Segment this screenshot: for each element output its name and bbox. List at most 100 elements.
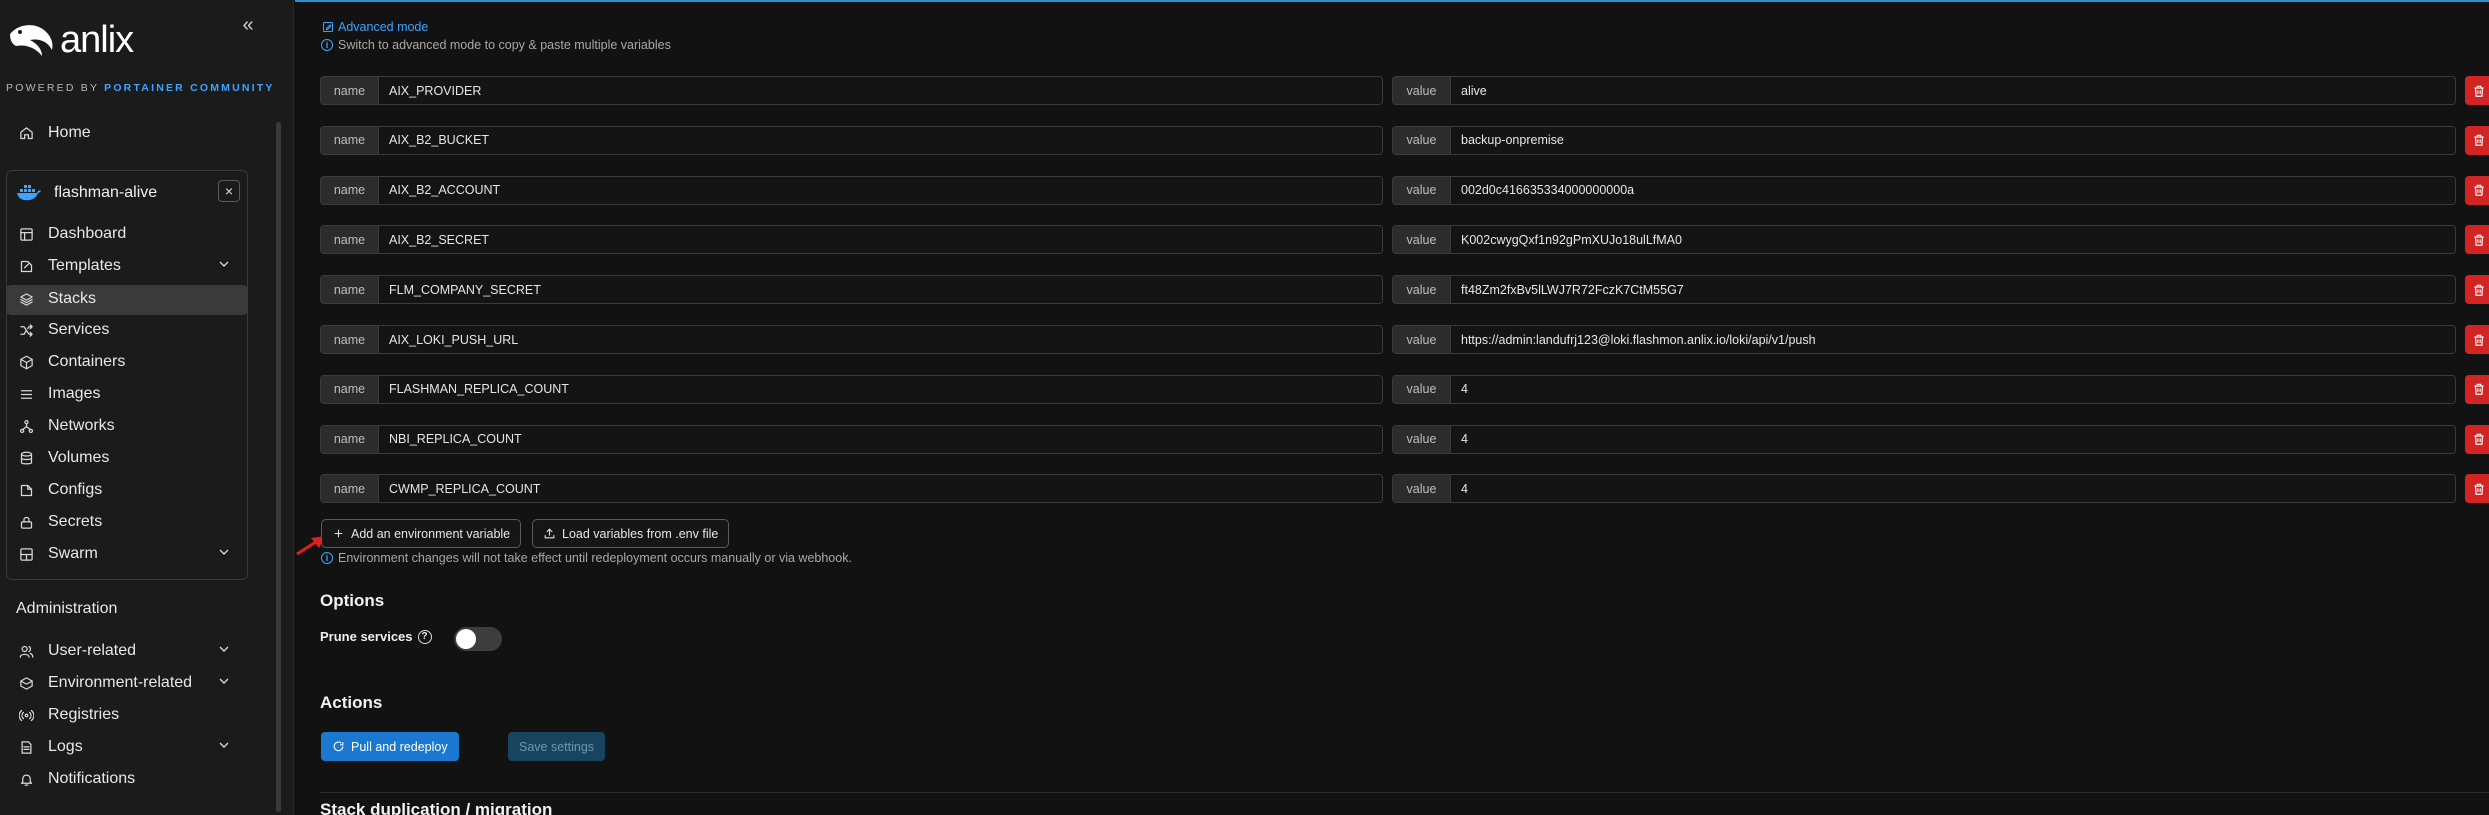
help-circle-icon[interactable]: ? — [417, 629, 432, 644]
delete-variable-button[interactable] — [2465, 424, 2489, 454]
sidebar-item-services[interactable]: Services — [16, 316, 109, 344]
delete-variable-button[interactable] — [2465, 275, 2489, 305]
sidebar-item-containers[interactable]: Containers — [16, 348, 125, 376]
env-var-name-group: name FLASHMAN_REPLICA_COUNT — [320, 374, 1383, 404]
trash-icon — [2472, 333, 2486, 347]
close-environment-button[interactable]: × — [218, 180, 240, 202]
value-addon: value — [1393, 475, 1451, 503]
env-var-name-input[interactable]: AIX_LOKI_PUSH_URL — [379, 326, 1382, 353]
sidebar-scrollbar[interactable] — [276, 122, 281, 812]
env-var-value-input[interactable]: ft48Zm2fxBv5lLWJ7R72FczK7CtM55G7 — [1451, 276, 2455, 304]
env-var-name-input[interactable]: FLASHMAN_REPLICA_COUNT — [379, 375, 1382, 403]
redeploy-help: i Environment changes will not take effe… — [321, 551, 852, 565]
prune-services-toggle[interactable] — [454, 627, 502, 651]
sidebar-item-home[interactable]: Home — [16, 119, 91, 147]
value-addon: value — [1393, 126, 1451, 154]
sidebar-item-volumes[interactable]: Volumes — [16, 444, 109, 472]
administration-heading: Administration — [16, 600, 118, 617]
sidebar-item-registries[interactable]: Registries — [16, 701, 119, 729]
pull-and-redeploy-button[interactable]: Pull and redeploy — [321, 732, 459, 761]
delete-variable-button[interactable] — [2465, 76, 2489, 105]
collapse-sidebar-icon[interactable]: « — [236, 14, 260, 38]
trash-icon — [2472, 233, 2486, 247]
stacks-icon — [16, 289, 36, 309]
env-var-value-input[interactable]: https://admin:landufrj123@loki.flashmon.… — [1451, 326, 2455, 353]
chevron-down-icon[interactable] — [216, 641, 234, 659]
delete-variable-button[interactable] — [2465, 325, 2489, 354]
app-logo[interactable]: anlix — [8, 18, 158, 62]
sidebar-item-secrets[interactable]: Secrets — [16, 508, 102, 536]
env-var-value-input[interactable]: 4 — [1451, 425, 2455, 453]
trash-icon — [2472, 133, 2486, 147]
docker-icon — [17, 185, 41, 201]
env-var-value-input[interactable]: 4 — [1451, 475, 2455, 503]
sidebar-item-stacks[interactable]: Stacks — [16, 285, 96, 313]
sidebar-item-networks[interactable]: Networks — [16, 412, 115, 440]
actions-heading: Actions — [320, 693, 383, 712]
sidebar-item-label: Services — [48, 321, 110, 338]
sidebar-item-label: Logs — [48, 738, 83, 755]
env-var-name-group: name FLM_COMPANY_SECRET — [320, 275, 1383, 305]
sidebar-item-templates[interactable]: Templates — [16, 252, 248, 280]
chevron-down-icon[interactable] — [216, 544, 234, 562]
sidebar-item-logs[interactable]: Logs — [16, 733, 248, 761]
environment-header[interactable]: flashman-alive — [16, 178, 157, 208]
sidebar-item-label: Configs — [48, 481, 103, 498]
env-var-value-input[interactable]: K002cwygQxf1n92gPmXUJo18ulLfMA0 — [1451, 226, 2455, 254]
env-var-value-group: value https://admin:landufrj123@loki.flas… — [1392, 325, 2456, 354]
delete-variable-button[interactable] — [2465, 374, 2489, 404]
sidebar-item-label: Registries — [48, 706, 120, 723]
edit-icon — [323, 22, 333, 32]
configs-icon — [16, 480, 36, 500]
registries-icon — [16, 705, 36, 725]
value-addon: value — [1393, 425, 1451, 453]
env-var-value-input[interactable]: 4 — [1451, 375, 2455, 403]
networks-icon — [16, 416, 36, 436]
sidebar-item-environment-related[interactable]: Environment-related — [16, 669, 248, 697]
env-var-name-input[interactable]: AIX_B2_SECRET — [379, 226, 1382, 254]
chevron-down-icon[interactable] — [216, 256, 234, 274]
delete-variable-button[interactable] — [2465, 175, 2489, 205]
sidebar-item-swarm[interactable]: Swarm — [16, 540, 248, 568]
name-addon: name — [321, 276, 379, 304]
containers-icon — [16, 352, 36, 372]
panel-top-border — [295, 0, 2489, 2]
trash-icon — [2472, 482, 2486, 496]
sidebar-item-label: Volumes — [48, 449, 110, 466]
env-var-name-input[interactable]: AIX_B2_BUCKET — [379, 126, 1382, 154]
sidebar-item-notifications[interactable]: Notifications — [16, 765, 135, 793]
value-addon: value — [1393, 375, 1451, 403]
sidebar-item-configs[interactable]: Configs — [16, 476, 102, 504]
info-icon: i — [321, 39, 333, 51]
env-var-name-input[interactable]: AIX_B2_ACCOUNT — [379, 176, 1382, 204]
chevron-down-icon[interactable] — [216, 673, 234, 691]
options-heading: Options — [320, 591, 385, 610]
advanced-mode-link[interactable]: Advanced mode — [322, 20, 428, 34]
chevron-down-icon[interactable] — [216, 737, 234, 755]
delete-variable-button[interactable] — [2465, 474, 2489, 504]
env-var-name-input[interactable]: AIX_PROVIDER — [379, 77, 1382, 104]
sidebar-item-user-related[interactable]: User-related — [16, 637, 248, 665]
env-var-value-input[interactable]: alive — [1451, 77, 2455, 104]
env-var-name-group: name NBI_REPLICA_COUNT — [320, 424, 1383, 454]
name-addon: name — [321, 375, 379, 403]
env-var-name-group: name AIX_PROVIDER — [320, 76, 1383, 105]
load-env-file-button[interactable]: Load variables from .env file — [532, 519, 730, 548]
swarm-icon — [16, 544, 36, 564]
env-var-value-input[interactable]: 002d0c416635334000000000a — [1451, 176, 2455, 204]
env-var-row: name NBI_REPLICA_COUNT value 4 — [320, 424, 2489, 454]
sidebar-item-dashboard[interactable]: Dashboard — [16, 220, 126, 248]
env-var-value-input[interactable]: backup-onpremise — [1451, 126, 2455, 154]
env-var-name-input[interactable]: FLM_COMPANY_SECRET — [379, 276, 1382, 304]
save-settings-button[interactable]: Save settings — [508, 732, 606, 761]
value-addon: value — [1393, 176, 1451, 204]
add-env-variable-button[interactable]: Add an environment variable — [321, 519, 522, 548]
sidebar-item-images[interactable]: Images — [16, 380, 100, 408]
name-addon: name — [321, 77, 379, 104]
delete-variable-button[interactable] — [2465, 225, 2489, 255]
delete-variable-button[interactable] — [2465, 125, 2489, 155]
env-var-name-input[interactable]: NBI_REPLICA_COUNT — [379, 425, 1382, 453]
environment-name: flashman-alive — [54, 184, 158, 201]
name-addon: name — [321, 176, 379, 204]
env-var-name-input[interactable]: CWMP_REPLICA_COUNT — [379, 475, 1382, 503]
